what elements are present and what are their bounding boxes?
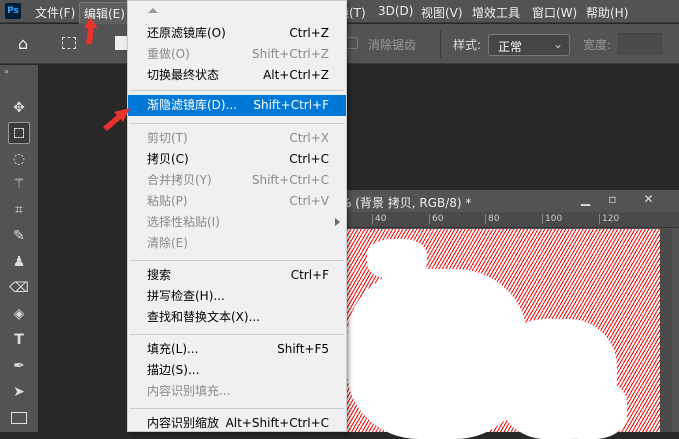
red-arrow-icon bbox=[84, 17, 130, 131]
annotation-arrows bbox=[84, 17, 130, 131]
